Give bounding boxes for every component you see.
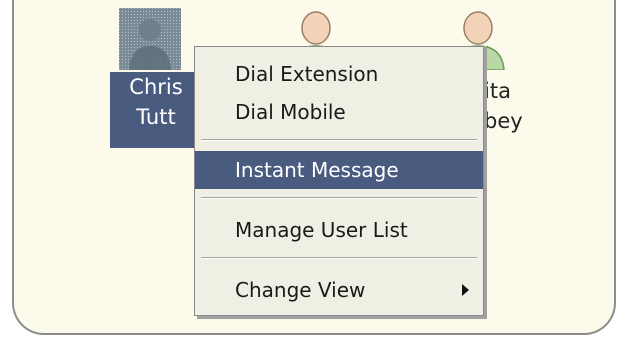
user-photo-icon [119, 8, 181, 70]
menu-item-instant-message[interactable]: Instant Message [195, 151, 483, 189]
submenu-arrow-icon [462, 284, 469, 296]
menu-item-manage-user-list[interactable]: Manage User List [195, 211, 483, 249]
menu-item-change-view[interactable]: Change View [195, 271, 483, 309]
user-list-panel: Chris Tutt ita bey Dial Extension Dial M… [12, 0, 616, 335]
menu-separator [201, 257, 477, 259]
user-avatar-chris-tutt[interactable] [119, 8, 181, 70]
menu-item-dial-extension[interactable]: Dial Extension [195, 55, 483, 93]
user-name-chris-tutt[interactable]: Chris Tutt [110, 72, 202, 148]
context-menu: Dial Extension Dial Mobile Instant Messa… [194, 46, 484, 316]
user-name-line2: bey [484, 109, 523, 133]
menu-item-dial-mobile[interactable]: Dial Mobile [195, 93, 483, 131]
menu-separator [201, 139, 477, 141]
menu-item-label: Change View [235, 278, 366, 302]
user-name-line1: Chris [129, 75, 183, 99]
user-name-line2: Tutt [136, 105, 176, 129]
user-name-3[interactable]: ita bey [484, 76, 574, 136]
user-name-line1: ita [484, 79, 511, 103]
menu-separator [201, 197, 477, 199]
